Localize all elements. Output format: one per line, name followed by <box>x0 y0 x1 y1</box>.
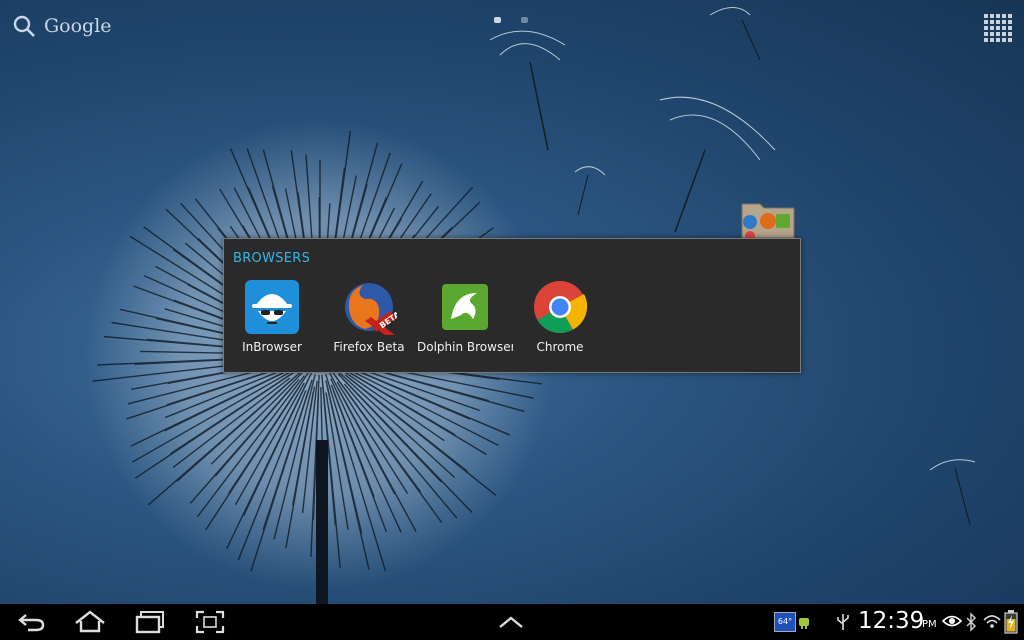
app-chrome[interactable]: Chrome <box>512 279 608 354</box>
chevron-up-icon[interactable] <box>498 614 524 630</box>
back-button-icon[interactable] <box>16 610 46 634</box>
page-dot-1 <box>494 17 501 23</box>
app-label: Chrome <box>536 340 584 354</box>
clock-time: 12:39 <box>858 608 925 634</box>
incognito-spy-icon <box>245 280 299 334</box>
app-inbrowser[interactable]: InBrowser <box>224 279 320 354</box>
google-search-label: Google <box>44 15 112 37</box>
browsers-folder-popup: BROWSERS InBrowser BETA Firefox Beta Dol… <box>223 238 801 373</box>
search-icon <box>13 15 35 37</box>
recent-apps-button-icon[interactable] <box>134 610 166 634</box>
chrome-icon <box>534 281 588 333</box>
clock-ampm: PM <box>922 619 937 630</box>
usb-icon <box>837 614 849 630</box>
google-search-bar[interactable]: Google <box>12 14 112 38</box>
app-label: Dolphin Browser <box>417 340 513 354</box>
app-dolphin-browser[interactable]: Dolphin Browser <box>417 279 513 354</box>
page-indicator <box>494 17 528 23</box>
screenshot-button-icon[interactable] <box>195 610 225 634</box>
app-firefox-beta[interactable]: BETA Firefox Beta <box>321 279 417 354</box>
firefox-beta-icon: BETA <box>345 283 397 335</box>
eye-icon <box>942 615 962 627</box>
all-apps-grid-icon[interactable] <box>984 14 1012 42</box>
app-label: Firefox Beta <box>333 340 405 354</box>
android-notification-icon <box>799 618 809 629</box>
page-dot-2 <box>521 17 528 23</box>
folder-title: BROWSERS <box>233 251 311 266</box>
home-button-icon[interactable] <box>74 610 106 634</box>
wifi-icon <box>983 615 1001 628</box>
browsers-folder-icon[interactable] <box>740 200 796 240</box>
battery-icon <box>1004 610 1018 634</box>
bluetooth-icon <box>966 612 977 632</box>
app-label: InBrowser <box>242 340 302 354</box>
system-bar: 64° 12:39 PM <box>0 604 1024 640</box>
weather-badge: 64° <box>774 612 796 632</box>
dolphin-icon <box>442 284 488 330</box>
